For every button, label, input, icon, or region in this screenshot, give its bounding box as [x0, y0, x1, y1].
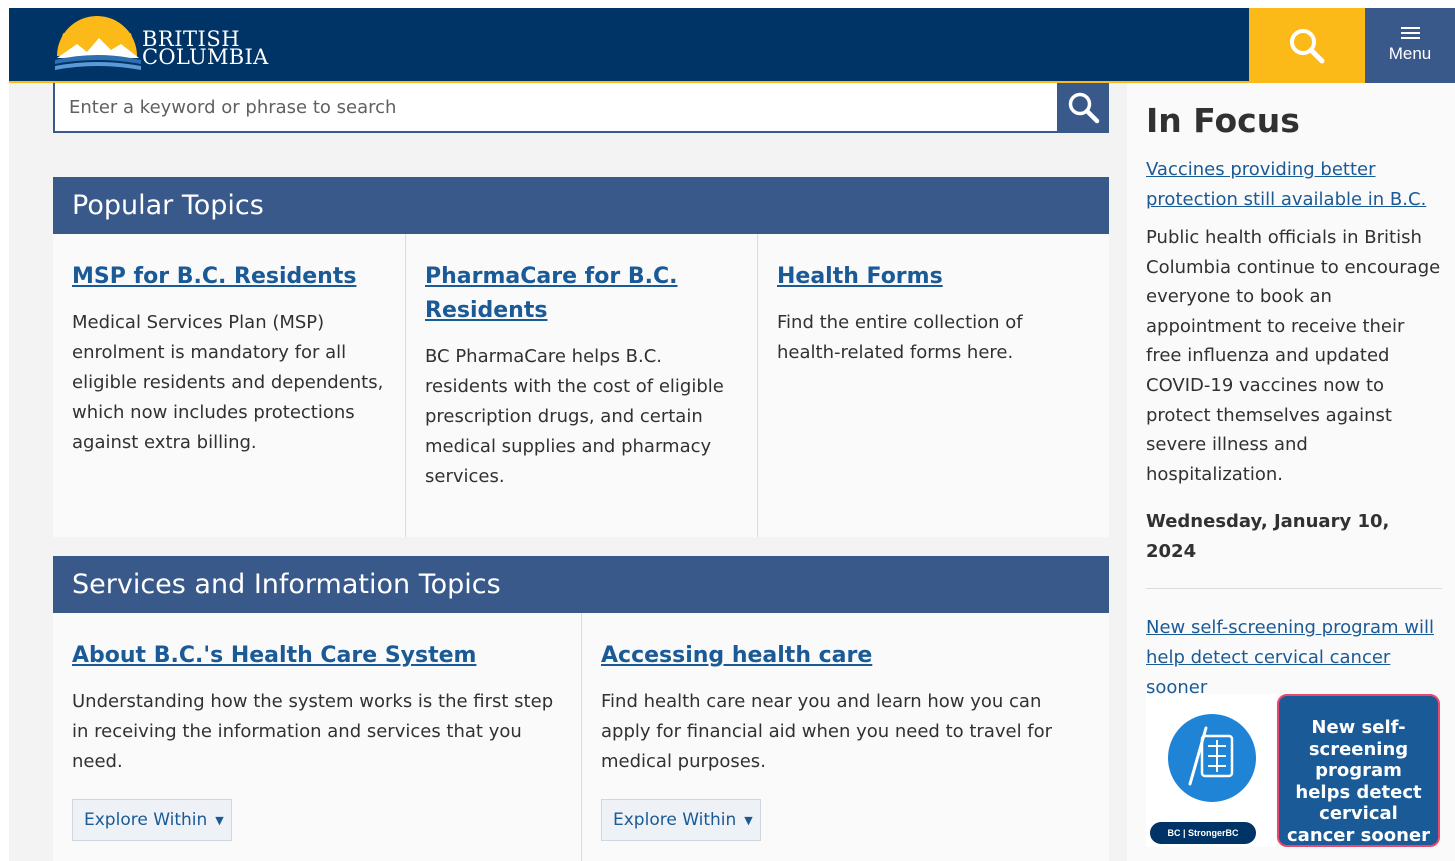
promo-text-box: New self-screening program helps detect … — [1277, 694, 1440, 847]
search-icon — [1068, 92, 1100, 124]
services-topics-heading: Services and Information Topics — [53, 556, 1109, 613]
bc-logo[interactable]: BRITISH COLUMBIA — [53, 14, 283, 76]
topic-link-health-care-system[interactable]: About B.C.'s Health Care System — [72, 639, 562, 673]
in-focus-heading: In Focus — [1146, 101, 1300, 140]
in-focus-sidebar: In Focus Vaccines providing better prote… — [1127, 83, 1455, 861]
services-topics-panel: About B.C.'s Health Care System Understa… — [53, 613, 1109, 861]
search-submit-button[interactable] — [1059, 83, 1109, 133]
news-link-cervical-screening[interactable]: New self-screening program will help det… — [1146, 613, 1441, 703]
menu-button[interactable]: Menu — [1365, 8, 1455, 83]
search-icon — [1290, 28, 1325, 63]
explore-within-button[interactable]: Explore Within ▼ — [72, 799, 232, 841]
search-input[interactable] — [53, 83, 1059, 133]
topic-description: BC PharmaCare helps B.C. residents with … — [425, 346, 724, 487]
topic-link-accessing-health-care[interactable]: Accessing health care — [601, 639, 1090, 673]
popular-topics-panel: MSP for B.C. Residents Medical Services … — [53, 234, 1109, 537]
promo-image[interactable]: BC | StrongerBC New self-screening progr… — [1146, 694, 1442, 847]
screening-kit-icon — [1168, 714, 1256, 802]
caret-down-icon: ▼ — [215, 813, 224, 827]
explore-within-button[interactable]: Explore Within ▼ — [601, 799, 761, 841]
topic-link-msp[interactable]: MSP for B.C. Residents — [72, 260, 386, 294]
popular-topics-heading: Popular Topics — [53, 177, 1109, 234]
menu-label: Menu — [1388, 44, 1432, 63]
explore-within-label: Explore Within — [613, 810, 737, 830]
divider — [1146, 588, 1442, 590]
topic-description: Understanding how the system works is th… — [72, 691, 554, 772]
topic-link-health-forms[interactable]: Health Forms — [777, 260, 1090, 294]
topic-card: MSP for B.C. Residents Medical Services … — [53, 234, 405, 537]
promo-graphic: BC | StrongerBC — [1146, 694, 1276, 847]
news-link-vaccines[interactable]: Vaccines providing better protection sti… — [1146, 155, 1441, 215]
site-header: BRITISH COLUMBIA Menu — [9, 8, 1455, 83]
topic-card: Health Forms Find the entire collection … — [757, 234, 1109, 537]
caret-down-icon: ▼ — [744, 813, 753, 827]
topic-description: Medical Services Plan (MSP) enrolment is… — [72, 312, 384, 453]
topic-card: Accessing health care Find health care n… — [581, 613, 1109, 861]
logo-line-columbia: COLUMBIA — [142, 45, 269, 69]
news-summary: Public health officials in British Colum… — [1146, 227, 1441, 485]
topic-description: Find the entire collection of health-rel… — [777, 312, 1023, 363]
hamburger-icon — [1400, 27, 1420, 40]
strongerbc-badge: BC | StrongerBC — [1150, 822, 1256, 844]
topic-description: Find health care near you and learn how … — [601, 691, 1053, 772]
topic-card: PharmaCare for B.C. Residents BC PharmaC… — [405, 234, 757, 537]
topic-link-pharmacare[interactable]: PharmaCare for B.C. Residents — [425, 260, 738, 328]
explore-within-label: Explore Within — [84, 810, 208, 830]
header-search-button[interactable] — [1249, 8, 1365, 83]
news-date: Wednesday, January 10, 2024 — [1146, 511, 1390, 563]
sun-mountains-icon — [55, 16, 141, 70]
site-search — [53, 83, 1109, 133]
topic-card: About B.C.'s Health Care System Understa… — [53, 613, 581, 861]
